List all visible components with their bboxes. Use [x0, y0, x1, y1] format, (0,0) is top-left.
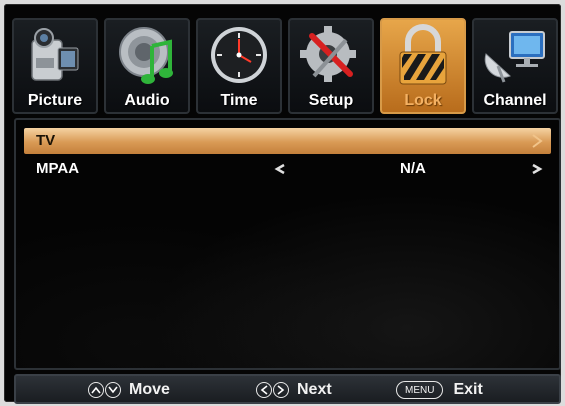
hint-exit: MENU Exit	[396, 378, 483, 402]
right-arrow-icon	[273, 382, 289, 398]
up-down-keys	[88, 382, 121, 398]
tab-time[interactable]: Time	[196, 18, 282, 114]
tab-picture-label: Picture	[27, 92, 83, 109]
hint-next-label: Next	[297, 381, 332, 398]
satellite-dish-icon	[484, 31, 545, 83]
left-arrow-icon	[256, 382, 272, 398]
lock-settings-panel: TV MPAA N/A	[14, 118, 561, 370]
hint-exit-label: Exit	[453, 381, 483, 398]
chevron-left-icon[interactable]	[274, 161, 286, 177]
tab-channel-label: Channel	[483, 92, 547, 109]
tab-setup[interactable]: Setup	[288, 18, 374, 114]
tab-lock[interactable]: Lock	[380, 18, 466, 114]
menu-item-mpaa[interactable]: MPAA N/A	[24, 156, 551, 182]
camcorder-icon	[31, 28, 79, 81]
tab-lock-label: Lock	[404, 92, 442, 109]
music-note-icon	[119, 27, 173, 84]
tab-setup-label: Setup	[308, 92, 354, 109]
menu-item-tv-label: TV	[36, 132, 56, 149]
tv-osd-frame: Picture Audio Time Setup Lock Channel TV…	[4, 4, 561, 404]
down-arrow-icon	[105, 382, 121, 398]
hint-next: Next	[256, 378, 332, 402]
tab-picture[interactable]: Picture	[12, 18, 98, 114]
hint-move-label: Move	[129, 381, 170, 398]
tab-channel[interactable]: Channel	[472, 18, 558, 114]
chevron-right-icon[interactable]	[531, 161, 543, 177]
footer-hints-bar: Move Next MENU Exit	[14, 374, 561, 404]
tab-time-label: Time	[220, 92, 258, 109]
menu-item-mpaa-label: MPAA	[36, 160, 80, 177]
mpaa-value: N/A	[400, 160, 426, 177]
menu-key-icon: MENU	[396, 381, 444, 399]
hint-move: Move	[88, 378, 170, 402]
left-right-keys	[256, 382, 289, 398]
padlock-icon	[399, 24, 447, 85]
clock-icon	[211, 27, 267, 83]
up-arrow-icon	[88, 382, 104, 398]
menu-item-tv[interactable]: TV	[24, 128, 551, 154]
tab-audio[interactable]: Audio	[104, 18, 190, 114]
gear-tools-icon	[300, 26, 356, 82]
tab-bar: Picture Audio Time Setup Lock Channel	[12, 12, 561, 118]
chevron-right-icon[interactable]	[531, 133, 543, 149]
tab-audio-label: Audio	[124, 92, 170, 109]
